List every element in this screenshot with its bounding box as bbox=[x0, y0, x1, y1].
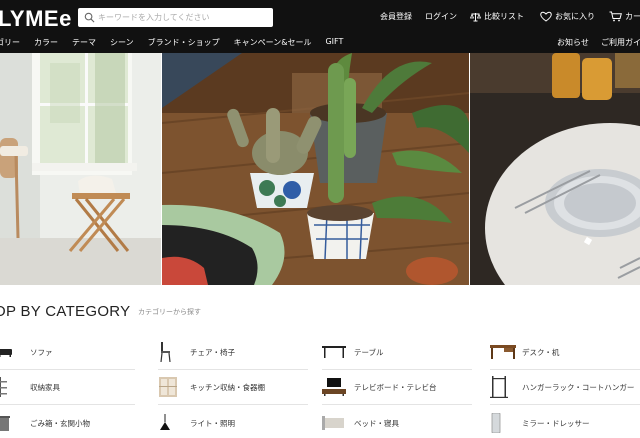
nav-gift[interactable]: GIFT bbox=[325, 37, 343, 48]
category-tv-board[interactable]: テレビボード・テレビ台 bbox=[322, 372, 437, 402]
category-label: ソファ bbox=[30, 347, 53, 357]
shelf-icon bbox=[0, 376, 24, 398]
login-link[interactable]: ログイン bbox=[425, 11, 457, 22]
trash-can-icon bbox=[0, 412, 24, 434]
row-divider bbox=[158, 369, 308, 370]
category-nav: ゴリー カラー テーマ シーン ブランド・ショップ キャンペーン&セール GIF… bbox=[0, 37, 357, 48]
category-label: 収納家具 bbox=[30, 382, 60, 392]
row-divider bbox=[490, 404, 640, 405]
nav-scene[interactable]: シーン bbox=[110, 37, 134, 48]
category-bed[interactable]: ベッド・寝具 bbox=[322, 408, 399, 438]
bed-icon bbox=[322, 412, 348, 434]
category-label: テレビボード・テレビ台 bbox=[354, 382, 437, 392]
dining-table-image bbox=[470, 53, 640, 285]
compare-label: 比較リスト bbox=[484, 12, 524, 21]
category-label: チェア・椅子 bbox=[190, 347, 235, 357]
compare-link[interactable]: 比較リスト bbox=[470, 11, 524, 22]
row-divider bbox=[490, 369, 640, 370]
cactus-plants-image bbox=[162, 53, 469, 285]
hanger-rack-icon bbox=[490, 376, 516, 398]
pendant-light-icon bbox=[158, 412, 184, 434]
category-storage[interactable]: 収納家具 bbox=[0, 372, 60, 402]
nav-campaign-sale[interactable]: キャンペーン&セール bbox=[234, 37, 312, 48]
row-divider bbox=[322, 404, 472, 405]
news-link[interactable]: お知らせ bbox=[557, 37, 589, 48]
category-label: デスク・机 bbox=[522, 347, 560, 357]
section-title: OP BY CATEGORY bbox=[0, 303, 131, 320]
nav-color[interactable]: カラー bbox=[34, 37, 58, 48]
hero-panel-interior[interactable] bbox=[0, 53, 161, 285]
row-divider bbox=[158, 404, 308, 405]
category-table[interactable]: テーブル bbox=[322, 337, 384, 367]
hero-carousel[interactable] bbox=[0, 53, 640, 285]
cart-icon bbox=[609, 11, 622, 22]
category-lighting[interactable]: ライト・照明 bbox=[158, 408, 235, 438]
desk-icon bbox=[490, 341, 516, 363]
section-subtitle: カテゴリーから探す bbox=[138, 308, 201, 316]
favorites-label: お気に入り bbox=[555, 12, 595, 21]
tv-board-icon bbox=[322, 376, 348, 398]
category-label: ハンガーラック・コートハンガー bbox=[522, 382, 635, 392]
category-kitchen-storage[interactable]: キッチン収納・食器棚 bbox=[158, 372, 265, 402]
sofa-icon bbox=[0, 341, 24, 363]
cupboard-icon bbox=[158, 376, 184, 398]
heart-icon bbox=[540, 11, 552, 22]
login-label: ログイン bbox=[425, 12, 457, 21]
row-divider bbox=[322, 369, 472, 370]
search-input[interactable] bbox=[98, 8, 268, 27]
nav-theme[interactable]: テーマ bbox=[72, 37, 96, 48]
register-link[interactable]: 会員登録 bbox=[380, 11, 412, 22]
scale-icon bbox=[470, 12, 481, 21]
register-label: 会員登録 bbox=[380, 12, 412, 21]
nav-category[interactable]: ゴリー bbox=[0, 37, 20, 48]
category-chair[interactable]: チェア・椅子 bbox=[158, 337, 235, 367]
row-divider bbox=[0, 369, 135, 370]
table-icon bbox=[322, 341, 348, 363]
cart-label: カー bbox=[625, 12, 640, 21]
category-hanger-rack[interactable]: ハンガーラック・コートハンガー bbox=[490, 372, 634, 402]
mirror-icon bbox=[490, 412, 516, 434]
category-desk[interactable]: デスク・机 bbox=[490, 337, 559, 367]
guide-link[interactable]: ご利用ガイ bbox=[601, 37, 640, 48]
hero-panel-dining[interactable] bbox=[470, 53, 640, 285]
search-icon bbox=[84, 12, 95, 23]
category-mirror[interactable]: ミラー・ドレッサー bbox=[490, 408, 590, 438]
nav-brand-shop[interactable]: ブランド・ショップ bbox=[148, 37, 220, 48]
category-label: テーブル bbox=[354, 347, 384, 357]
category-trash-entrance[interactable]: ごみ箱・玄関小物 bbox=[0, 408, 90, 438]
chair-icon bbox=[158, 341, 184, 363]
site-logo[interactable]: LYMEe bbox=[0, 6, 72, 32]
site-header: LYMEe 会員登録 ログイン 比較リスト お気に入り bbox=[0, 0, 640, 53]
hero-panel-plants[interactable] bbox=[162, 53, 469, 285]
favorites-link[interactable]: お気に入り bbox=[540, 11, 595, 22]
search-box[interactable] bbox=[78, 8, 273, 27]
row-divider bbox=[0, 404, 135, 405]
category-sofa[interactable]: ソファ bbox=[0, 337, 53, 367]
cart-link[interactable]: カー bbox=[609, 11, 640, 22]
category-label: キッチン収納・食器棚 bbox=[190, 382, 265, 392]
interior-room-image bbox=[0, 53, 161, 285]
